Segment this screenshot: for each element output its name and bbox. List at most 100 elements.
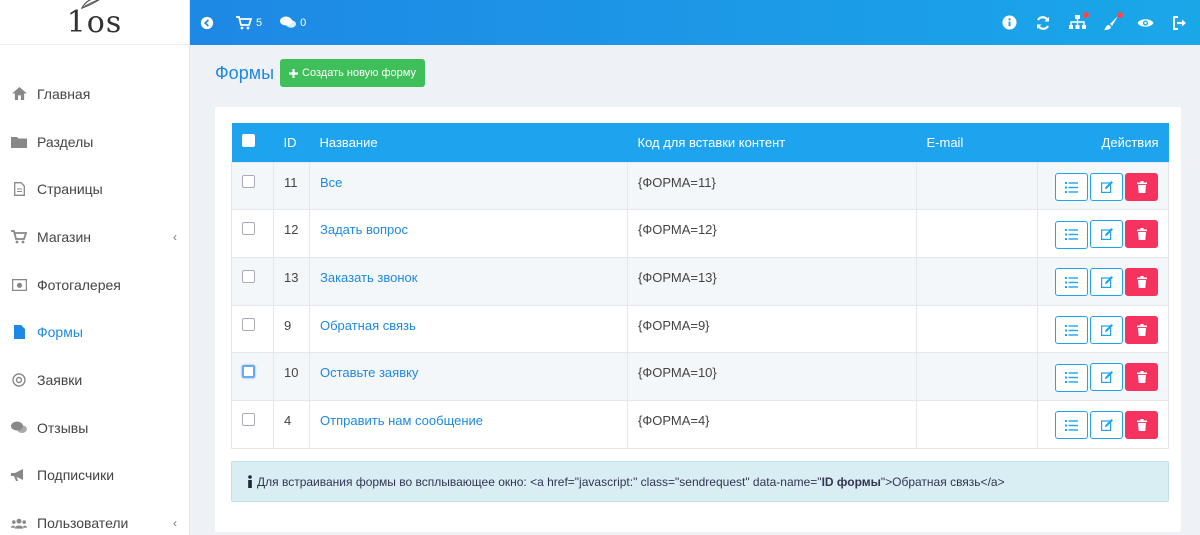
sidebar-item-label: Отзывы xyxy=(37,419,89,436)
row-actions xyxy=(1037,352,1169,401)
list-button[interactable] xyxy=(1055,411,1088,440)
delete-button[interactable] xyxy=(1125,363,1158,392)
cart-icon xyxy=(11,229,27,245)
edit-icon xyxy=(1100,228,1113,241)
comments-icon xyxy=(11,420,27,436)
row-email xyxy=(916,304,1038,354)
comments-icon xyxy=(280,16,297,28)
sidebar-item-7[interactable]: Отзывы xyxy=(0,404,189,452)
row-checkbox[interactable] xyxy=(242,412,255,426)
plus-icon xyxy=(289,68,299,78)
sidebar-item-label: Фотогалерея xyxy=(37,276,121,293)
comments-link[interactable]: 0 xyxy=(280,16,306,29)
row-select-cell xyxy=(231,256,274,306)
row-select-cell xyxy=(231,161,274,211)
sitemap-button[interactable] xyxy=(1068,11,1089,32)
create-form-button[interactable]: Создать новую форму xyxy=(280,59,425,87)
select-all-checkbox[interactable] xyxy=(241,134,255,148)
logout-icon xyxy=(1172,15,1186,30)
list-button[interactable] xyxy=(1055,363,1088,392)
chevron-left-icon: ‹ xyxy=(173,229,177,244)
col-id[interactable]: ID xyxy=(274,123,310,162)
edit-icon xyxy=(1100,371,1113,384)
target-icon xyxy=(11,372,27,388)
row-email xyxy=(916,352,1038,401)
row-checkbox[interactable] xyxy=(242,269,255,283)
list-icon xyxy=(1065,324,1078,336)
sidebar-item-6[interactable]: Заявки xyxy=(0,356,189,404)
row-actions xyxy=(1037,399,1169,449)
delete-button[interactable] xyxy=(1125,172,1158,201)
sidebar-item-1[interactable]: Разделы xyxy=(0,118,189,166)
page-title: Формы xyxy=(215,62,275,83)
list-button[interactable] xyxy=(1055,173,1088,201)
edit-icon xyxy=(1100,180,1113,193)
sidebar-item-8[interactable]: Подписчики xyxy=(0,452,189,500)
sidebar-item-4[interactable]: Фотогалерея xyxy=(0,261,189,309)
trash-icon xyxy=(1136,275,1147,288)
info-icon xyxy=(248,474,252,488)
users-icon xyxy=(11,515,27,531)
edit-button[interactable] xyxy=(1090,363,1123,392)
table-header-row: ID Название Код для вставки контент E-ma… xyxy=(231,123,1169,162)
row-name-link[interactable]: Заказать звонок xyxy=(320,270,417,285)
row-actions xyxy=(1037,209,1169,258)
sidebar-item-0[interactable]: Главная xyxy=(0,70,189,118)
sidebar-item-2[interactable]: Страницы xyxy=(0,165,189,213)
sidebar-item-5[interactable]: Формы xyxy=(0,308,189,356)
edit-button[interactable] xyxy=(1090,172,1123,201)
delete-button[interactable] xyxy=(1125,315,1158,344)
view-site-button[interactable] xyxy=(1136,14,1154,32)
row-checkbox[interactable] xyxy=(242,222,255,236)
row-id: 13 xyxy=(273,256,310,306)
sidebar-item-label: Заявки xyxy=(37,371,83,388)
delete-button[interactable] xyxy=(1125,410,1158,439)
logout-button[interactable] xyxy=(1170,14,1188,32)
edit-button[interactable] xyxy=(1090,315,1123,344)
edit-button[interactable] xyxy=(1090,267,1123,296)
row-email xyxy=(916,161,1038,211)
row-name-link[interactable]: Обратная связь xyxy=(320,318,416,333)
logo[interactable]: 1os xyxy=(0,0,189,45)
select-all-cell xyxy=(232,123,274,162)
info-button[interactable] xyxy=(1000,14,1018,32)
edit-button[interactable] xyxy=(1090,410,1123,439)
row-name-cell: Все xyxy=(309,161,628,211)
refresh-button[interactable] xyxy=(1034,14,1052,32)
back-button[interactable] xyxy=(200,16,218,30)
delete-button[interactable] xyxy=(1125,267,1158,296)
bullhorn-icon xyxy=(11,467,27,483)
cart-link[interactable]: 5 xyxy=(236,15,262,30)
row-name-cell: Обратная связь xyxy=(309,304,628,354)
row-id: 11 xyxy=(273,161,310,211)
row-checkbox[interactable] xyxy=(242,317,255,331)
row-name-link[interactable]: Все xyxy=(320,175,342,190)
row-checkbox[interactable] xyxy=(242,174,255,188)
row-checkbox[interactable] xyxy=(242,365,255,379)
design-button[interactable] xyxy=(1102,11,1123,32)
row-name-link[interactable]: Оставьте заявку xyxy=(320,365,418,380)
list-button[interactable] xyxy=(1055,316,1088,345)
file-icon xyxy=(11,181,27,197)
brush-icon xyxy=(1104,15,1118,30)
edit-button[interactable] xyxy=(1090,220,1123,249)
list-button[interactable] xyxy=(1055,220,1088,249)
row-actions xyxy=(1037,256,1169,306)
row-email xyxy=(916,399,1038,449)
sidebar-menu: Главная Разделы Страницы Магазин ‹ Фотогалере… xyxy=(0,70,189,535)
col-name[interactable]: Название xyxy=(310,123,628,162)
row-name-link[interactable]: Задать вопрос xyxy=(320,222,408,237)
main-content: Формы Создать новую форму ID Название Ко… xyxy=(190,45,1200,535)
delete-button[interactable] xyxy=(1125,220,1158,249)
sitemap-icon xyxy=(1068,15,1086,29)
list-icon xyxy=(1065,372,1078,384)
sidebar-item-3[interactable]: Магазин ‹ xyxy=(0,213,189,261)
list-button[interactable] xyxy=(1055,268,1088,297)
row-id: 10 xyxy=(273,352,310,401)
forms-table: ID Название Код для вставки контент E-ma… xyxy=(231,123,1169,449)
sidebar-item-9[interactable]: Пользователи ‹ xyxy=(0,499,189,535)
alert-text-suffix: ">Обратная связь</a> xyxy=(880,474,1005,489)
row-name-link[interactable]: Отправить нам сообщение xyxy=(320,413,483,428)
list-icon xyxy=(1065,181,1078,193)
row-name-cell: Отправить нам сообщение xyxy=(309,399,628,449)
